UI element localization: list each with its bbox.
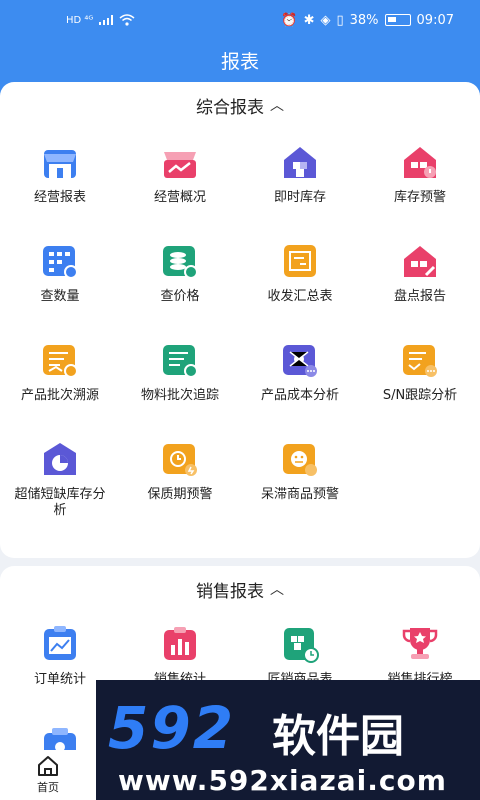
- report-item-4[interactable]: 库存预警: [360, 142, 480, 206]
- status-left-text: HD ⁴ᴳ: [66, 14, 94, 26]
- shop-trend-icon: [160, 142, 200, 182]
- home-icon: [38, 756, 58, 776]
- report-item-14[interactable]: 保质期预警: [120, 439, 240, 503]
- report-item-12[interactable]: S/N跟踪分析: [360, 340, 480, 404]
- report-item-5[interactable]: 查数量: [0, 241, 120, 305]
- warehouse-alert-icon: [400, 142, 440, 182]
- report-item-3[interactable]: 即时库存: [240, 142, 360, 206]
- report-item-label: 盘点报告: [393, 289, 446, 304]
- warehouse-boxes-icon: [280, 142, 320, 182]
- report-item-1[interactable]: 订单统计: [0, 624, 120, 688]
- report-item-label: 查价格: [160, 289, 200, 304]
- wifi-icon: [119, 14, 135, 26]
- batch-trace-icon: [40, 340, 80, 380]
- report-item-label: 产品批次溯源: [20, 388, 99, 403]
- watermark-url: www.592xiazai.com: [118, 764, 447, 797]
- section-comprehensive-reports: 综合报表 ︿ 经营报表 经营概况 即时库存 库存预警查数量 查价格 收发汇总表 盘点报告产品…: [0, 82, 480, 558]
- grid-search-icon: [40, 241, 80, 281]
- report-item-2[interactable]: 销售统计: [120, 624, 240, 688]
- bluetooth-icon: ✱: [303, 12, 315, 28]
- store-icon: [40, 142, 80, 182]
- report-item-label: 物料批次追踪: [140, 388, 219, 403]
- report-item-13[interactable]: 超储短缺库存分析: [0, 439, 120, 519]
- report-item-label: 产品成本分析: [260, 388, 339, 403]
- signal-icon: [99, 15, 114, 25]
- page-title: 报表: [220, 50, 259, 73]
- nav-home-label: 首页: [37, 781, 59, 794]
- transfer-summary-icon: [280, 241, 320, 281]
- watermark-logo-number: 592: [108, 694, 236, 762]
- report-item-label: 库存预警: [393, 190, 446, 205]
- chevron-up-icon: ︿: [270, 98, 284, 114]
- report-item-label: 超储短缺库存分析: [14, 487, 106, 518]
- section-header-sales[interactable]: 销售报表 ︿: [0, 566, 480, 612]
- alarm-icon: ⏰: [281, 12, 298, 28]
- report-item-label: 经营报表: [33, 190, 86, 205]
- clock-alert-icon: [160, 439, 200, 479]
- pie-analysis-icon: [40, 439, 80, 479]
- report-item-label: 收发汇总表: [267, 289, 333, 304]
- section-header-comprehensive[interactable]: 综合报表 ︿: [0, 82, 480, 128]
- watermark-overlay: 592 软件园 www.592xiazai.com: [96, 680, 480, 800]
- report-item-3[interactable]: 匠销商品表: [240, 624, 360, 688]
- battery-percent: 38%: [349, 12, 379, 28]
- nav-home[interactable]: 首页: [0, 750, 96, 800]
- title-bar: 报表: [0, 40, 480, 80]
- face-alert-icon: [280, 439, 320, 479]
- material-trace-icon: [160, 340, 200, 380]
- price-search-icon: [160, 241, 200, 281]
- report-item-8[interactable]: 盘点报告: [360, 241, 480, 305]
- report-item-label: 订单统计: [33, 672, 86, 687]
- report-item-label: 查数量: [40, 289, 80, 304]
- report-item-label: 经营概况: [153, 190, 206, 205]
- sn-tracking-icon: [400, 340, 440, 380]
- trophy-icon: [400, 624, 440, 664]
- report-item-label: S/N跟踪分析: [382, 388, 458, 403]
- battery-icon: [384, 14, 411, 26]
- section-title: 销售报表: [196, 581, 264, 602]
- report-item-1[interactable]: 经营报表: [0, 142, 120, 206]
- warehouse-edit-icon: [400, 241, 440, 281]
- report-item-11[interactable]: 产品成本分析: [240, 340, 360, 404]
- report-item-label: 呆滞商品预警: [260, 487, 339, 502]
- report-item-label: 保质期预警: [147, 487, 213, 502]
- network-indicators: HD ⁴ᴳ: [66, 14, 135, 26]
- report-item-15[interactable]: 呆滞商品预警: [240, 439, 360, 503]
- status-right: ⏰ ✱ ◈ ▯ 38% 09:07: [281, 13, 454, 28]
- report-item-4[interactable]: 销售排行榜: [360, 624, 480, 688]
- status-bar: HD ⁴ᴳ ⏰ ✱ ◈ ▯ 38% 09:07: [0, 0, 480, 40]
- clock-time: 09:07: [416, 12, 454, 28]
- report-item-6[interactable]: 查价格: [120, 241, 240, 305]
- section-title: 综合报表: [196, 97, 264, 118]
- chevron-up-icon: ︿: [270, 582, 284, 598]
- vibrate-icon: ▯: [336, 12, 344, 28]
- location-icon: ◈: [320, 12, 331, 28]
- sales-bar-icon: [160, 624, 200, 664]
- cost-analysis-icon: [280, 340, 320, 380]
- report-item-9[interactable]: 产品批次溯源: [0, 340, 120, 404]
- report-item-7[interactable]: 收发汇总表: [240, 241, 360, 305]
- product-clock-icon: [280, 624, 320, 664]
- watermark-logo-text: 软件园: [272, 711, 404, 762]
- report-item-2[interactable]: 经营概况: [120, 142, 240, 206]
- order-chart-icon: [40, 624, 80, 664]
- report-item-label: 即时库存: [273, 190, 326, 205]
- report-item-10[interactable]: 物料批次追踪: [120, 340, 240, 404]
